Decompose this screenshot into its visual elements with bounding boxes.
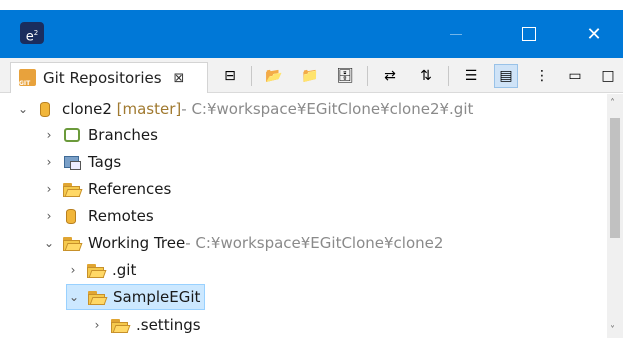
chevron-right-icon[interactable]: › [42,209,56,223]
maximize-button[interactable] [500,10,558,58]
hierarchical-layout-icon[interactable]: ☰ [459,64,483,88]
maximize-icon [522,27,536,41]
branch-label: [master] [116,100,182,118]
toolbar-separator [448,66,449,86]
clone-repo-icon[interactable]: 📁 [298,64,322,88]
tree-item-settings[interactable]: › .settings [90,312,201,338]
toolbar-separator [251,66,252,86]
chevron-right-icon[interactable]: › [42,128,56,142]
remotes-icon [62,207,82,225]
tree-item-git-folder[interactable]: › .git [66,257,137,283]
refresh-icon[interactable]: ⇅ [414,64,438,88]
tree-item-working-tree[interactable]: ⌄ Working Tree - C:¥workspace¥EGitClone¥… [42,230,443,256]
tree-item-remotes[interactable]: › Remotes [42,203,154,229]
tree-item-tags[interactable]: › Tags [42,149,122,175]
tab-git-repositories[interactable]: GIT Git Repositories ⊠ [10,62,208,93]
chevron-down-icon[interactable]: ⌄ [16,102,30,116]
tab-label: Git Repositories [43,69,162,87]
folder-icon [87,288,108,306]
tree-item-sampleegit[interactable]: ⌄ SampleEGit [66,284,206,310]
folder-icon [110,316,131,334]
tree-item-repository[interactable]: ⌄ clone2 [master] - C:¥workspace¥EGitClo… [16,96,473,122]
scrollbar-thumb[interactable] [610,118,620,238]
create-repo-icon[interactable]: 🗄 [333,64,357,88]
folder-icon [86,261,107,279]
collapse-all-icon[interactable]: ⊟ [218,64,242,88]
minimize-button[interactable] [427,10,485,58]
git-repositories-icon: GIT [18,68,38,88]
chevron-right-icon[interactable]: › [90,318,104,332]
maximize-view-icon[interactable]: □ [596,64,620,88]
folder-icon [62,234,83,252]
scroll-up-icon[interactable]: ˄ [610,98,615,109]
tree-item-branches[interactable]: › Branches [42,122,158,148]
vertical-scrollbar[interactable]: ˄ ˅ [607,94,623,338]
eclipse-app-icon[interactable]: e2 [20,22,44,44]
tab-close-icon[interactable]: ⊠ [174,71,185,86]
link-with-selection-icon[interactable]: ⇄ [378,64,402,88]
chevron-right-icon[interactable]: › [66,263,80,277]
show-properties-icon[interactable]: ▤ [494,64,518,88]
repository-tree[interactable]: ⌄ clone2 [master] - C:¥workspace¥EGitClo… [8,94,608,338]
title-bar: e2 ✕ [0,10,623,58]
view-menu-icon[interactable]: ⋮ [530,64,554,88]
chevron-down-icon[interactable]: ⌄ [67,290,81,304]
chevron-right-icon[interactable]: › [42,182,56,196]
toolbar-separator [367,66,368,86]
tree-item-references[interactable]: › References [42,176,172,202]
folder-icon [62,180,83,198]
tags-icon [62,153,82,171]
chevron-down-icon[interactable]: ⌄ [42,236,56,250]
repository-path: - C:¥workspace¥EGitClone¥clone2¥.git [181,100,474,118]
view-toolbar: GIT Git Repositories ⊠ ⊟ 📂 📁 🗄 ⇄ ⇅ ☰ ▤ ⋮… [0,58,623,93]
add-existing-repo-icon[interactable]: 📂 [262,64,286,88]
scroll-down-icon[interactable]: ˅ [610,325,615,336]
minimize-icon [450,33,462,35]
minimize-view-icon[interactable]: ▭ [563,64,587,88]
branches-icon [62,126,82,144]
chevron-right-icon[interactable]: › [42,155,56,169]
repository-icon [36,100,56,118]
close-button[interactable]: ✕ [565,10,623,58]
working-tree-path: - C:¥workspace¥EGitClone¥clone2 [185,234,444,252]
close-icon: ✕ [586,23,602,45]
